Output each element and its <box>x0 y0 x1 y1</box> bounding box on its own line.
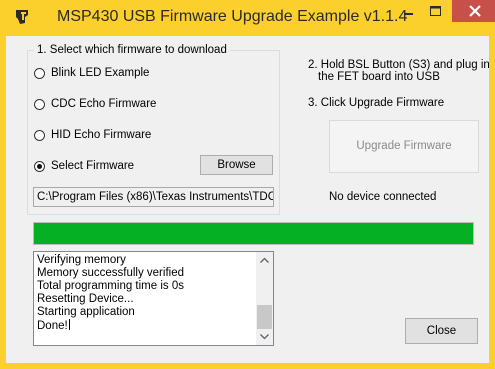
log-textbox[interactable]: Verifying memory Memory successfully veri… <box>33 251 274 346</box>
radio-button[interactable] <box>34 67 45 79</box>
radio-label: Select Firmware <box>51 160 135 172</box>
maximize-icon <box>430 6 441 16</box>
radio-button[interactable] <box>34 129 45 141</box>
progress-bar <box>33 222 474 245</box>
close-window-button[interactable] <box>452 0 495 22</box>
browse-button[interactable]: Browse <box>200 155 273 175</box>
scroll-up-arrow-icon[interactable] <box>256 252 273 269</box>
window-title: MSP430 USB Firmware Upgrade Example v1.1… <box>57 8 408 25</box>
step2-instruction-line2: the FET board into USB <box>318 71 440 83</box>
radio-cdc-echo[interactable]: CDC Echo Firmware <box>34 96 156 112</box>
log-line: Verifying memory <box>37 254 126 266</box>
radio-blink-led[interactable]: Blink LED Example <box>34 65 149 81</box>
radio-button[interactable] <box>34 98 45 110</box>
step3-instruction: 3. Click Upgrade Firmware <box>308 97 445 109</box>
firmware-path-field[interactable]: C:\Program Files (x86)\Texas Instruments… <box>33 187 274 207</box>
minimize-icon <box>404 13 413 15</box>
firmware-group-legend: 1. Select which firmware to download <box>34 44 230 56</box>
text-caret <box>68 319 70 330</box>
maximize-button[interactable] <box>422 0 449 22</box>
scroll-thumb[interactable] <box>257 305 272 329</box>
radio-label: Blink LED Example <box>51 67 150 79</box>
log-text: Verifying memory Memory successfully veri… <box>37 254 255 332</box>
ti-logo-icon <box>16 10 28 24</box>
radio-label: HID Echo Firmware <box>51 129 152 141</box>
close-icon <box>469 5 481 17</box>
log-line: Resetting Device... <box>37 293 134 305</box>
app-window: MSP430 USB Firmware Upgrade Example v1.1… <box>0 0 495 369</box>
device-status-text: No device connected <box>329 191 437 203</box>
log-line: Done! <box>37 319 70 332</box>
log-line: Total programming time is 0s <box>37 280 184 292</box>
radio-label: CDC Echo Firmware <box>51 98 157 110</box>
progress-bar-fill <box>34 223 473 244</box>
log-scrollbar[interactable] <box>256 252 273 345</box>
radio-hid-echo[interactable]: HID Echo Firmware <box>34 127 151 143</box>
radio-select-firmware[interactable]: Select Firmware <box>34 158 134 174</box>
log-line: Starting application <box>37 306 135 318</box>
minimize-button[interactable] <box>395 0 422 22</box>
log-line: Memory successfully verified <box>37 267 184 279</box>
close-button[interactable]: Close <box>405 318 478 344</box>
scroll-down-arrow-icon[interactable] <box>256 328 273 345</box>
title-bar[interactable]: MSP430 USB Firmware Upgrade Example v1.1… <box>6 0 495 36</box>
radio-button[interactable] <box>34 160 45 172</box>
upgrade-firmware-button[interactable]: Upgrade Firmware <box>329 120 479 173</box>
